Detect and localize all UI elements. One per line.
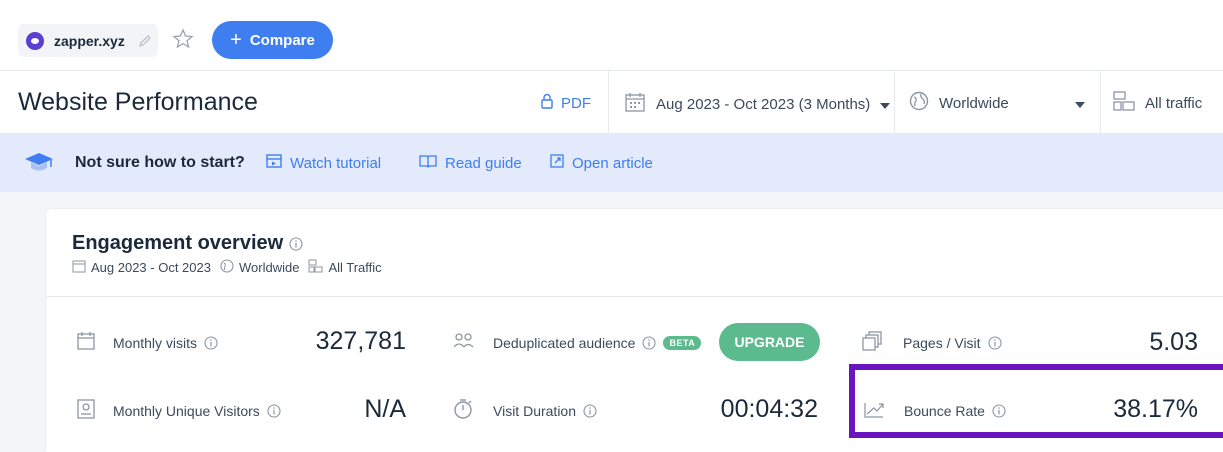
globe-icon <box>909 91 929 115</box>
header-divider <box>894 71 895 134</box>
header-divider <box>608 71 609 134</box>
traffic-source-icon <box>1113 91 1135 115</box>
user-card-icon <box>76 399 96 422</box>
info-icon[interactable] <box>642 335 657 350</box>
unique-visitors-metric: Monthly Unique Visitors <box>76 399 281 422</box>
domain-chip[interactable]: zapper.xyz <box>18 24 158 57</box>
upgrade-button[interactable]: UPGRADE <box>719 323 820 361</box>
pages-visit-value: 5.03 <box>1149 328 1198 356</box>
video-icon <box>266 154 282 172</box>
watch-tutorial-link[interactable]: Watch tutorial <box>266 154 381 172</box>
info-icon[interactable] <box>289 236 303 251</box>
plus-icon: + <box>230 29 242 51</box>
top-bar: zapper.xyz + Compare <box>0 0 1223 70</box>
star-icon[interactable] <box>171 27 195 51</box>
calendar-icon <box>72 259 86 276</box>
read-guide-link[interactable]: Read guide <box>419 154 522 172</box>
info-icon[interactable] <box>204 335 218 350</box>
header-divider <box>1100 71 1101 134</box>
geo-label: Worldwide <box>939 94 1009 112</box>
card-subtitle: Aug 2023 - Oct 2023 Worldwide All Traffi… <box>72 259 382 276</box>
bounce-rate-highlight-box <box>849 364 1223 438</box>
open-article-link[interactable]: Open article <box>550 154 653 172</box>
traffic-source-icon <box>308 259 323 276</box>
geo-picker[interactable]: Worldwide <box>909 91 1085 115</box>
card-title-text: Engagement overview <box>72 232 284 254</box>
calendar-icon <box>76 331 96 354</box>
traffic-picker[interactable]: All traffic <box>1113 91 1202 115</box>
pencil-icon[interactable] <box>137 33 153 49</box>
card-divider <box>46 296 1223 297</box>
tutorial-banner: Not sure how to start? Watch tutorial Re… <box>0 134 1223 192</box>
pages-visit-label: Pages / Visit <box>903 334 981 351</box>
pages-icon <box>862 331 882 354</box>
monthly-visits-value: 327,781 <box>315 327 406 355</box>
sub-date: Aug 2023 - Oct 2023 <box>91 260 211 275</box>
monthly-visits-label: Monthly visits <box>113 334 198 351</box>
domain-name: zapper.xyz <box>54 32 125 49</box>
book-icon <box>419 154 437 172</box>
info-icon[interactable] <box>988 335 1002 350</box>
info-icon[interactable] <box>583 403 597 418</box>
card-title: Engagement overview <box>72 232 303 255</box>
visit-duration-label: Visit Duration <box>493 402 577 419</box>
unique-visitors-label: Monthly Unique Visitors <box>113 402 260 419</box>
monthly-visits-metric: Monthly visits <box>76 331 218 354</box>
page-title: Website Performance <box>18 88 258 116</box>
calendar-icon <box>624 91 646 117</box>
audience-icon <box>452 331 476 354</box>
visit-duration-metric: Visit Duration <box>452 398 597 423</box>
site-favicon-icon <box>26 31 44 50</box>
caret-down-icon <box>880 96 891 113</box>
external-link-icon <box>550 154 564 172</box>
globe-icon <box>220 259 234 276</box>
sub-traffic: All Traffic <box>328 260 382 275</box>
pdf-button[interactable]: PDF <box>540 93 591 113</box>
pdf-label: PDF <box>561 94 591 112</box>
read-guide-label: Read guide <box>445 154 522 172</box>
caret-down-icon <box>1075 95 1085 112</box>
info-icon[interactable] <box>267 403 281 418</box>
compare-label: Compare <box>249 31 315 49</box>
dedup-audience-metric: Deduplicated audience BETA <box>452 331 702 354</box>
sub-geo: Worldwide <box>238 260 300 275</box>
banner-title: Not sure how to start? <box>75 154 245 171</box>
date-range-label: Aug 2023 - Oct 2023 (3 Months) <box>656 95 871 113</box>
traffic-label: All traffic <box>1145 94 1203 112</box>
visit-duration-value: 00:04:32 <box>720 395 818 423</box>
lock-icon <box>540 93 554 113</box>
pages-visit-metric: Pages / Visit <box>862 331 1002 354</box>
dedup-audience-label: Deduplicated audience <box>493 334 636 351</box>
stopwatch-icon <box>452 398 474 423</box>
beta-badge: BETA <box>663 335 702 350</box>
page-header: Website Performance PDF Aug 2023 - Oct 2… <box>0 70 1223 134</box>
open-article-label: Open article <box>572 154 653 172</box>
compare-button[interactable]: + Compare <box>212 21 333 59</box>
graduation-cap-icon <box>24 152 54 179</box>
unique-visitors-value: N/A <box>364 395 406 423</box>
watch-tutorial-label: Watch tutorial <box>290 154 382 172</box>
date-range-picker[interactable]: Aug 2023 - Oct 2023 (3 Months) <box>624 91 891 117</box>
